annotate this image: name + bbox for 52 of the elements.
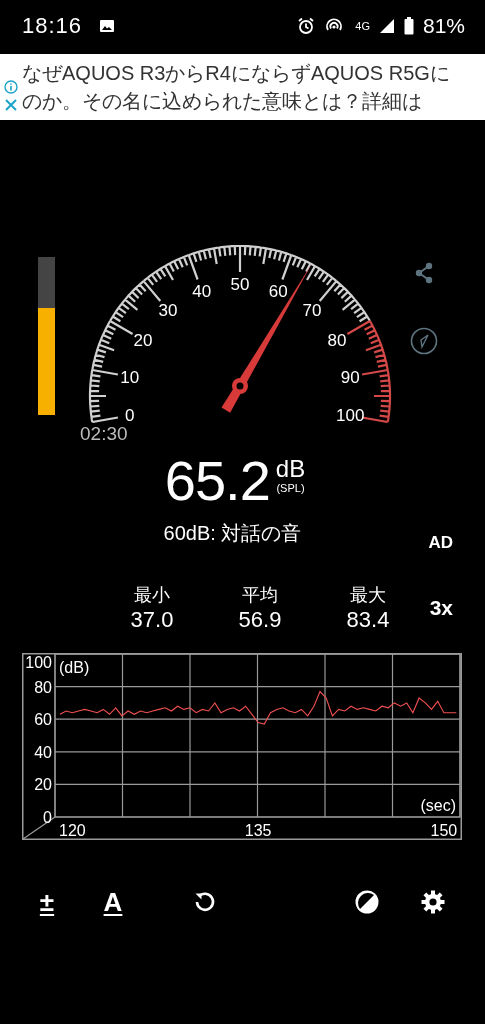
y-tick-label: 0	[43, 809, 52, 826]
y-tick-label: 40	[34, 743, 52, 761]
clock-time: 18:16	[22, 13, 83, 39]
y-tick-label: 20	[34, 776, 52, 794]
gauge-label: 10	[120, 367, 140, 387]
level-description: 60dB: 対話の音	[163, 520, 302, 546]
network-type: 4G	[355, 20, 370, 32]
x-tick-label: 135	[244, 822, 272, 839]
battery-icon	[403, 17, 414, 35]
unit-label: dB	[275, 456, 306, 482]
x-tick-label: 120	[59, 822, 86, 839]
toolbar-button[interactable]: ±	[32, 886, 62, 918]
x-axis-unit: (sec)	[420, 797, 456, 814]
settings-icon[interactable]	[420, 889, 446, 915]
sound-level-reading: 65.2	[164, 451, 270, 511]
gauge-label: 0	[124, 406, 135, 423]
gauge-label: 40	[192, 281, 212, 301]
stat-value: 37.0	[130, 607, 174, 633]
ad-text[interactable]: なぜAQUOS R3からR4にならずAQUOS R5Gに	[22, 59, 450, 87]
alarm-icon	[297, 17, 316, 35]
image-icon	[99, 19, 116, 33]
gauge-label: 70	[302, 301, 322, 321]
x-tick-label: 150	[430, 822, 458, 839]
gauge-label: 20	[133, 331, 153, 350]
close-icon[interactable]	[4, 98, 18, 112]
ad-banner[interactable]: なぜAQUOS R3からR4にならずAQUOS R5Gに のか。その名に込められた意味とは？詳細は	[0, 54, 485, 120]
signal-icon	[378, 18, 395, 34]
stat-label: 最小	[134, 584, 170, 607]
y-axis-unit: (dB)	[59, 659, 90, 676]
battery-percent: 81%	[422, 14, 465, 38]
gauge-label: 30	[158, 301, 178, 321]
y-tick-label: 60	[34, 711, 52, 729]
gauge-label: 50	[230, 275, 250, 294]
gauge-label: 100	[336, 406, 365, 423]
contrast-icon[interactable]	[354, 889, 380, 915]
compass-icon[interactable]	[410, 327, 438, 355]
toolbar-button[interactable]: A	[98, 886, 128, 918]
stat-value: 56.9	[238, 607, 282, 633]
ad-button[interactable]: AD	[428, 533, 453, 553]
stat-label: 最大	[350, 584, 386, 607]
zoom-button[interactable]: 3x	[429, 596, 453, 620]
gauge-label: 90	[340, 367, 360, 387]
y-tick-label: 100	[25, 654, 52, 671]
y-tick-label: 80	[34, 678, 52, 696]
elapsed-time: 02:30	[80, 423, 128, 444]
ad-text[interactable]: のか。その名に込められた意味とは？詳細は	[22, 87, 450, 115]
info-icon[interactable]	[4, 80, 18, 94]
gauge-label: 60	[268, 281, 288, 301]
stat-value: 83.4	[346, 607, 390, 633]
gauge-label: 80	[327, 331, 347, 350]
weighting-label: (SPL)	[276, 482, 305, 494]
stat-label: 平均	[242, 584, 278, 607]
